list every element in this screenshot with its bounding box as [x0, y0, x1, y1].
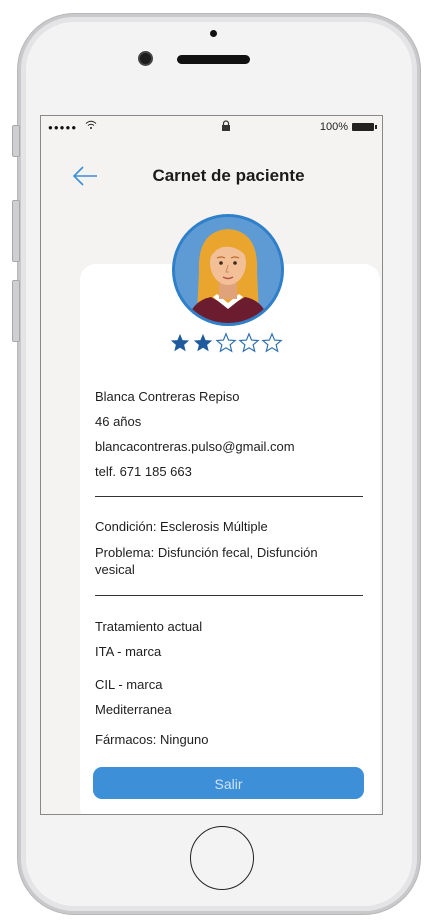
patient-problem: Problema: Disfunción fecal, Disfunción v… [95, 545, 318, 577]
earpiece-speaker [177, 55, 250, 64]
star-empty-icon[interactable] [215, 332, 237, 354]
rating-stars [169, 332, 289, 356]
page-title: Carnet de paciente [152, 166, 305, 185]
app-screen: ●●●●● 100% Carnet de paciente Blanca Con… [40, 115, 383, 815]
star-empty-icon[interactable] [261, 332, 283, 354]
lock-icon [221, 120, 231, 132]
treatment-item: ITA - marca [95, 644, 162, 659]
volume-down-button [12, 280, 20, 342]
treatment-item: Mediterranea [95, 702, 172, 717]
treatment-item: CIL - marca [95, 677, 163, 692]
patient-phone[interactable]: telf. 671 185 663 [95, 463, 365, 480]
patient-avatar [172, 214, 284, 326]
wifi-icon [85, 120, 97, 133]
nav-bar: Carnet de paciente [41, 158, 382, 198]
patient-name: Blanca Contreras Repiso [95, 389, 240, 404]
front-camera [140, 53, 151, 64]
section-divider [95, 496, 363, 497]
star-filled-icon[interactable] [192, 332, 214, 354]
proximity-sensor [210, 30, 217, 37]
status-bar: ●●●●● 100% [41, 116, 382, 138]
treatment-item: Fármacos: Ninguno [95, 732, 209, 747]
volume-up-button [12, 200, 20, 262]
battery-percentage: 100% [319, 121, 348, 133]
patient-email[interactable]: blancacontreras.pulso@gmail.com [95, 438, 365, 455]
star-filled-icon[interactable] [169, 332, 191, 354]
star-empty-icon[interactable] [238, 332, 260, 354]
section-divider [95, 595, 363, 596]
patient-condition: Condición: Esclerosis Múltiple [95, 519, 268, 534]
signal-icon: ●●●●● [48, 123, 78, 132]
exit-button[interactable]: Salir [93, 767, 364, 799]
home-button[interactable] [190, 826, 254, 890]
battery-icon [352, 123, 377, 131]
treatment-heading: Tratamiento actual [95, 619, 203, 634]
silent-switch [12, 125, 20, 157]
patient-age: 46 años [95, 414, 142, 429]
